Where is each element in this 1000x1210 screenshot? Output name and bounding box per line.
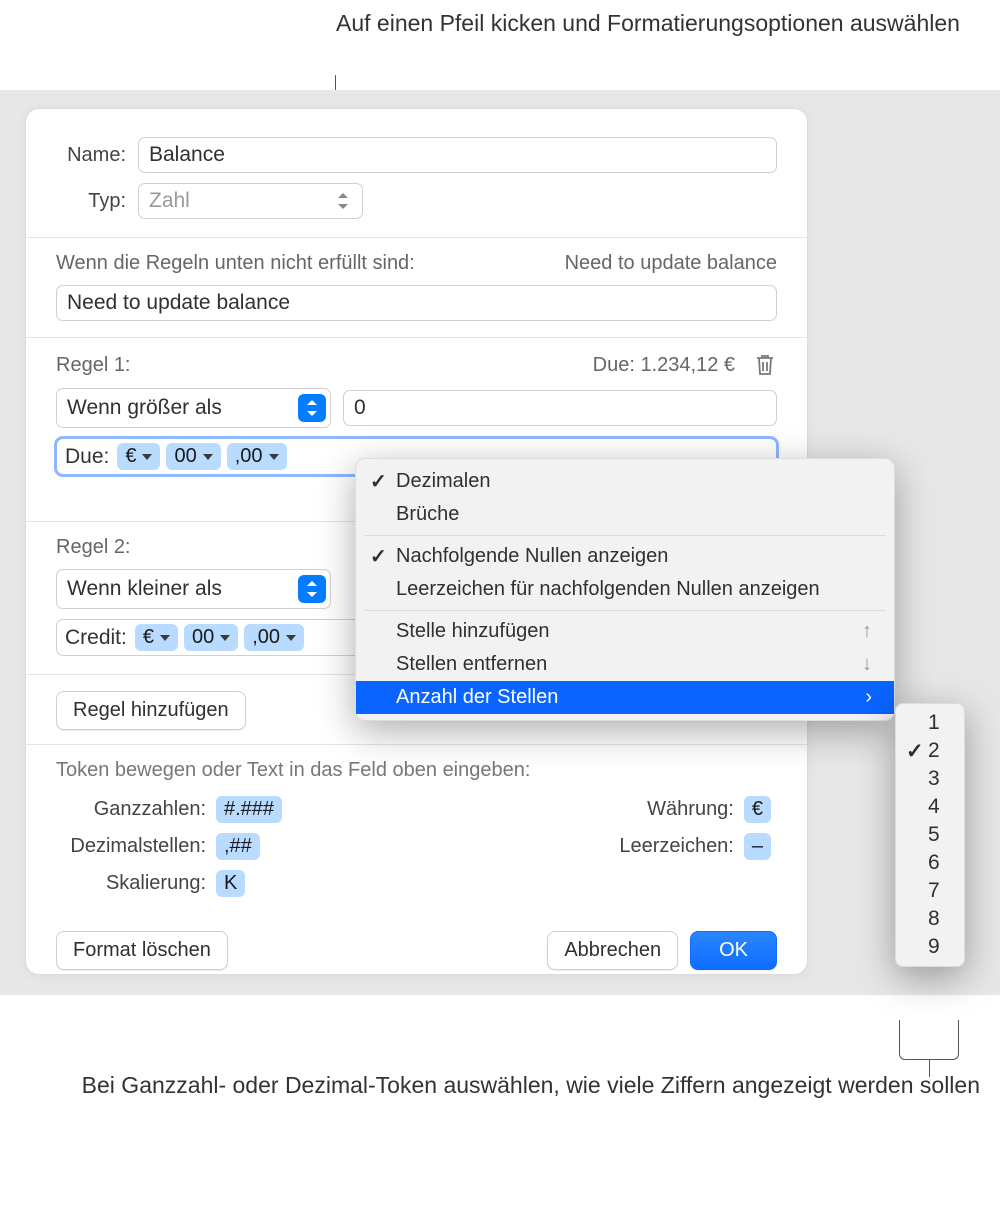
add-rule-button[interactable]: Regel hinzufügen <box>56 691 246 730</box>
waehrung-token[interactable]: € <box>744 796 771 823</box>
decimal-token-menu: ✓Dezimalen Brüche ✓Nachfolgende Nullen a… <box>355 458 895 721</box>
menu-item-add-digit[interactable]: Stelle hinzufügen↑ <box>356 615 894 648</box>
menu-item-space-trailing-zeros[interactable]: Leerzeichen für nachfolgenden Nullen anz… <box>356 573 894 606</box>
chevron-right-icon: › <box>865 686 872 709</box>
chevron-updown-icon <box>298 394 326 422</box>
ok-button[interactable]: OK <box>690 931 777 970</box>
rule1-preview: Due: 1.234,12 € <box>593 354 735 377</box>
type-value: Zahl <box>149 189 190 213</box>
decimal-token[interactable]: ,00 <box>244 624 304 651</box>
rule2-prefix: Credit: <box>65 626 127 650</box>
currency-token[interactable]: € <box>117 443 160 470</box>
callout-bracket <box>899 1020 959 1060</box>
leerzeichen-label: Leerzeichen: <box>474 835 734 858</box>
submenu-item-9[interactable]: 9 <box>896 933 964 961</box>
menu-item-trailing-zeros[interactable]: ✓Nachfolgende Nullen anzeigen <box>356 540 894 573</box>
rule1-compare-input[interactable]: 0 <box>343 390 777 426</box>
rule1-condition-value: Wenn größer als <box>67 396 222 420</box>
delete-format-button[interactable]: Format löschen <box>56 931 228 970</box>
currency-token[interactable]: € <box>135 624 178 651</box>
name-input[interactable]: Balance <box>138 137 777 173</box>
submenu-item-8[interactable]: 8 <box>896 905 964 933</box>
arrow-up-icon: ↑ <box>862 620 872 643</box>
type-popup[interactable]: Zahl <box>138 183 363 219</box>
helper-text: Token bewegen oder Text in das Feld oben… <box>56 759 777 782</box>
arrow-down-icon: ↓ <box>862 653 872 676</box>
digit-count-submenu: 1 ✓2 3 4 5 6 7 8 9 <box>895 703 965 967</box>
chevron-updown-icon <box>334 190 352 212</box>
callout-bottom: Bei Ganzzahl- oder Dezimal-Token auswähl… <box>82 1070 980 1101</box>
menu-item-dezimalen[interactable]: ✓Dezimalen <box>356 465 894 498</box>
fallback-preview: Need to update balance <box>565 252 777 275</box>
submenu-item-4[interactable]: 4 <box>896 793 964 821</box>
rule2-format-field[interactable]: Credit: € 00 ,00 <box>56 619 366 656</box>
cancel-button[interactable]: Abbrechen <box>547 931 678 970</box>
caret-down-icon <box>269 454 279 460</box>
submenu-item-1[interactable]: 1 <box>896 709 964 737</box>
menu-item-brueche[interactable]: Brüche <box>356 498 894 531</box>
submenu-item-3[interactable]: 3 <box>896 765 964 793</box>
submenu-item-5[interactable]: 5 <box>896 821 964 849</box>
fallback-input[interactable]: Need to update balance <box>56 285 777 321</box>
rule1-prefix: Due: <box>65 445 109 469</box>
caret-down-icon <box>286 635 296 641</box>
caret-down-icon <box>203 454 213 460</box>
ganzzahlen-token[interactable]: #.### <box>216 796 282 823</box>
type-label: Typ: <box>56 190 126 213</box>
ganzzahlen-label: Ganzzahlen: <box>56 798 206 821</box>
waehrung-label: Währung: <box>474 798 734 821</box>
caret-down-icon <box>160 635 170 641</box>
rule1-condition-popup[interactable]: Wenn größer als <box>56 388 331 428</box>
skalierung-label: Skalierung: <box>56 872 206 895</box>
caret-down-icon <box>142 454 152 460</box>
integer-token[interactable]: 00 <box>184 624 238 651</box>
submenu-item-7[interactable]: 7 <box>896 877 964 905</box>
leerzeichen-token[interactable]: – <box>744 833 771 860</box>
menu-item-digit-count[interactable]: Anzahl der Stellen› <box>356 681 894 714</box>
chevron-updown-icon <box>298 575 326 603</box>
dezimal-label: Dezimalstellen: <box>56 835 206 858</box>
callout-top: Auf einen Pfeil kicken und Formatierungs… <box>336 8 960 39</box>
skalierung-token[interactable]: K <box>216 870 245 897</box>
name-label: Name: <box>56 144 126 167</box>
submenu-item-2[interactable]: ✓2 <box>896 737 964 765</box>
menu-item-remove-digit[interactable]: Stellen entfernen↓ <box>356 648 894 681</box>
rule2-condition-value: Wenn kleiner als <box>67 577 222 601</box>
dezimal-token[interactable]: ,## <box>216 833 260 860</box>
rule1-label: Regel 1: <box>56 354 131 377</box>
trash-icon[interactable] <box>753 352 777 378</box>
integer-token[interactable]: 00 <box>166 443 220 470</box>
decimal-token[interactable]: ,00 <box>227 443 287 470</box>
fallback-label: Wenn die Regeln unten nicht erfüllt sind… <box>56 252 415 275</box>
rule2-condition-popup[interactable]: Wenn kleiner als <box>56 569 331 609</box>
caret-down-icon <box>220 635 230 641</box>
submenu-item-6[interactable]: 6 <box>896 849 964 877</box>
